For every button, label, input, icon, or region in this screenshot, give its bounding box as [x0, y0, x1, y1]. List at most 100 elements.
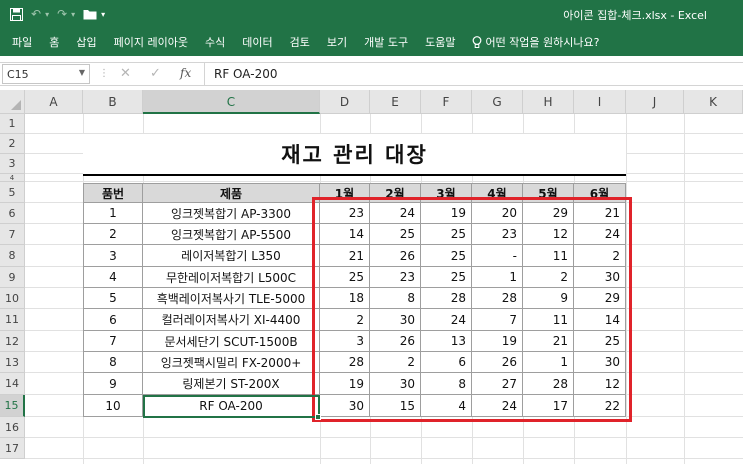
tab-home[interactable]: 홈	[49, 34, 59, 50]
cell-month-qty[interactable]: 30	[370, 373, 421, 395]
cell-month-qty[interactable]: 19	[320, 373, 370, 395]
cell-month-qty[interactable]: 23	[320, 203, 370, 224]
cell-month-qty[interactable]: 11	[523, 245, 574, 267]
row-header-1[interactable]: 1	[0, 114, 25, 134]
redo-icon[interactable]: ↷	[57, 5, 67, 23]
cell-month-qty[interactable]: 24	[472, 395, 523, 417]
cell-month-qty[interactable]: 24	[574, 224, 626, 245]
row-header-17[interactable]: 17	[0, 438, 25, 459]
cell-part-no[interactable]: 8	[83, 352, 143, 373]
enter-icon[interactable]: ✓	[150, 66, 161, 81]
header-part-no[interactable]: 품번	[83, 183, 143, 203]
cell-month-qty[interactable]: 9	[523, 288, 574, 309]
cell-month-qty[interactable]: 1	[472, 267, 523, 288]
column-header-i[interactable]: I	[574, 90, 626, 114]
cell-month-qty[interactable]: 19	[472, 331, 523, 352]
tab-insert[interactable]: 삽입	[76, 34, 96, 50]
tab-developer[interactable]: 개발 도구	[364, 34, 408, 50]
column-header-e[interactable]: E	[370, 90, 421, 114]
tab-review[interactable]: 검토	[290, 34, 310, 50]
cell-month-qty[interactable]: 14	[574, 309, 626, 331]
cell-month-qty[interactable]: 2	[370, 352, 421, 373]
tab-page-layout[interactable]: 페이지 레이아웃	[114, 34, 188, 50]
undo-dropdown-icon[interactable]: ▾	[45, 5, 49, 23]
header-apr[interactable]: 4월	[472, 183, 523, 203]
cell-month-qty[interactable]: 21	[523, 331, 574, 352]
row-header-10[interactable]: 10	[0, 288, 25, 309]
row-header-7[interactable]: 7	[0, 224, 25, 245]
redo-dropdown-icon[interactable]: ▾	[71, 5, 75, 23]
cell-month-qty[interactable]: 2	[574, 245, 626, 267]
header-feb[interactable]: 2월	[370, 183, 421, 203]
cell-product[interactable]: 컬러레이저복사기 XI-4400	[143, 309, 320, 331]
name-box[interactable]: C15 ▼	[2, 64, 90, 84]
cell-part-no[interactable]: 2	[83, 224, 143, 245]
column-header-h[interactable]: H	[523, 90, 574, 114]
cell-month-qty[interactable]: 2	[523, 267, 574, 288]
undo-icon[interactable]: ↶	[31, 5, 41, 23]
cell-month-qty[interactable]: 18	[320, 288, 370, 309]
cell-month-qty[interactable]: 25	[421, 267, 472, 288]
cell-month-qty[interactable]: 7	[472, 309, 523, 331]
cell-month-qty[interactable]: 28	[523, 373, 574, 395]
formula-input[interactable]: RF OA-200	[214, 67, 277, 81]
cell-month-qty[interactable]: 30	[370, 309, 421, 331]
tab-file[interactable]: 파일	[12, 34, 32, 50]
cell-month-qty[interactable]: 12	[523, 224, 574, 245]
row-header-4[interactable]: 4	[0, 174, 25, 182]
cell-product[interactable]: 잉크젯복합기 AP-5500	[143, 224, 320, 245]
cell-month-qty[interactable]: 6	[421, 352, 472, 373]
column-header-b[interactable]: B	[83, 90, 143, 114]
save-icon[interactable]	[10, 5, 23, 23]
cell-month-qty[interactable]: 28	[320, 352, 370, 373]
name-box-dropdown-icon[interactable]: ▼	[79, 68, 85, 77]
tab-help[interactable]: 도움말	[425, 34, 455, 50]
tell-me-box[interactable]: 어떤 작업을 원하시나요?	[472, 34, 599, 50]
header-mar[interactable]: 3월	[421, 183, 472, 203]
cell-month-qty[interactable]: 19	[421, 203, 472, 224]
cell-month-qty[interactable]: 17	[523, 395, 574, 417]
row-header-15[interactable]: 15	[0, 395, 25, 417]
cell-month-qty[interactable]: 12	[574, 373, 626, 395]
column-header-a[interactable]: A	[25, 90, 83, 114]
cell-month-qty[interactable]: 13	[421, 331, 472, 352]
cell-product[interactable]: RF OA-200	[143, 395, 320, 417]
cell-part-no[interactable]: 9	[83, 373, 143, 395]
column-header-j[interactable]: J	[626, 90, 684, 114]
cell-part-no[interactable]: 6	[83, 309, 143, 331]
cell-month-qty[interactable]: 21	[320, 245, 370, 267]
cancel-icon[interactable]: ✕	[120, 66, 131, 81]
header-product[interactable]: 제품	[143, 183, 320, 203]
column-header-f[interactable]: F	[421, 90, 472, 114]
header-jan[interactable]: 1월	[320, 183, 370, 203]
cell-month-qty[interactable]: 28	[472, 288, 523, 309]
cell-month-qty[interactable]: 21	[574, 203, 626, 224]
tab-formulas[interactable]: 수식	[205, 34, 225, 50]
cell-month-qty[interactable]: 11	[523, 309, 574, 331]
cell-month-qty[interactable]: 26	[370, 331, 421, 352]
insert-function-icon[interactable]: fx	[180, 66, 191, 80]
row-header-3[interactable]: 3	[0, 154, 25, 174]
cell-month-qty[interactable]: 8	[421, 373, 472, 395]
cell-month-qty[interactable]: 25	[574, 331, 626, 352]
cell-product[interactable]: 문서세단기 SCUT-1500B	[143, 331, 320, 352]
row-header-14[interactable]: 14	[0, 373, 25, 395]
row-header-16[interactable]: 16	[0, 417, 25, 438]
customize-qat-icon[interactable]: ▾	[101, 5, 105, 23]
cell-month-qty[interactable]: 3	[320, 331, 370, 352]
folder-icon[interactable]	[83, 5, 97, 23]
cell-month-qty[interactable]: 24	[421, 309, 472, 331]
header-jun[interactable]: 6월	[574, 183, 626, 203]
row-header-12[interactable]: 12	[0, 331, 25, 352]
sheet-title[interactable]: 재고 관리 대장	[83, 134, 626, 174]
cell-month-qty[interactable]: 29	[574, 288, 626, 309]
cell-month-qty[interactable]: 1	[523, 352, 574, 373]
cell-product[interactable]: 링제본기 ST-200X	[143, 373, 320, 395]
row-header-13[interactable]: 13	[0, 352, 25, 373]
cell-month-qty[interactable]: 26	[370, 245, 421, 267]
cell-product[interactable]: 잉크젯복합기 AP-3300	[143, 203, 320, 224]
cell-month-qty[interactable]: 22	[574, 395, 626, 417]
cell-month-qty[interactable]: 26	[472, 352, 523, 373]
cell-part-no[interactable]: 1	[83, 203, 143, 224]
tab-view[interactable]: 보기	[327, 34, 347, 50]
